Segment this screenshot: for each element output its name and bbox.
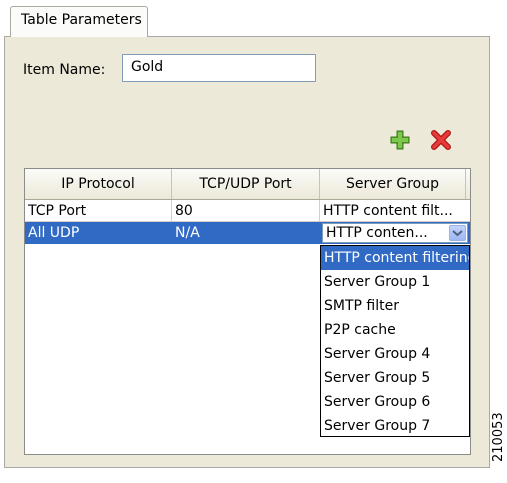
- item-name-label: Item Name:: [23, 62, 106, 78]
- dropdown-option[interactable]: Server Group 1: [321, 270, 469, 294]
- dropdown-option[interactable]: Server Group 5: [321, 366, 469, 390]
- cell-port: N/A: [175, 225, 200, 241]
- dropdown-option[interactable]: Server Group 6: [321, 390, 469, 414]
- dropdown-option[interactable]: HTTP content filtering: [321, 246, 469, 270]
- item-name-input[interactable]: Gold: [122, 54, 316, 82]
- column-header-server-group[interactable]: Server Group: [320, 169, 466, 199]
- dropdown-option[interactable]: SMTP filter: [321, 294, 469, 318]
- table-row-selected[interactable]: All UDP N/A HTTP conten...: [25, 222, 470, 244]
- chevron-down-icon: [452, 230, 463, 237]
- tab-join: [11, 35, 147, 37]
- x-icon: [431, 130, 451, 150]
- tab-table-parameters[interactable]: Table Parameters: [10, 6, 148, 37]
- add-row-button[interactable]: [389, 129, 411, 151]
- figure-id: 210053: [491, 412, 506, 462]
- table-row[interactable]: TCP Port 80 HTTP content filt...: [25, 200, 470, 222]
- column-header-ip-protocol[interactable]: IP Protocol: [25, 169, 172, 199]
- dropdown-option[interactable]: Server Group 4: [321, 342, 469, 366]
- delete-row-button[interactable]: [430, 129, 452, 151]
- server-group-select-value: HTTP conten...: [326, 225, 428, 241]
- dropdown-option[interactable]: P2P cache: [321, 318, 469, 342]
- column-header-port[interactable]: TCP/UDP Port: [172, 169, 320, 199]
- cell-protocol: All UDP: [28, 225, 80, 241]
- table-parameters-dialog: Table Parameters Item Name: Gold IP Prot…: [0, 0, 507, 483]
- table-header: IP Protocol TCP/UDP Port Server Group: [25, 169, 470, 200]
- dropdown-option[interactable]: Server Group 7: [321, 414, 469, 438]
- server-group-dropdown: HTTP content filtering Server Group 1 SM…: [320, 245, 470, 437]
- cell-port: 80: [172, 200, 320, 222]
- cell-server-group: HTTP content filt...: [320, 200, 470, 222]
- server-group-select[interactable]: HTTP conten...: [322, 223, 468, 243]
- dropdown-button[interactable]: [449, 225, 466, 241]
- plus-icon: [390, 130, 410, 150]
- cell-protocol: TCP Port: [25, 200, 172, 222]
